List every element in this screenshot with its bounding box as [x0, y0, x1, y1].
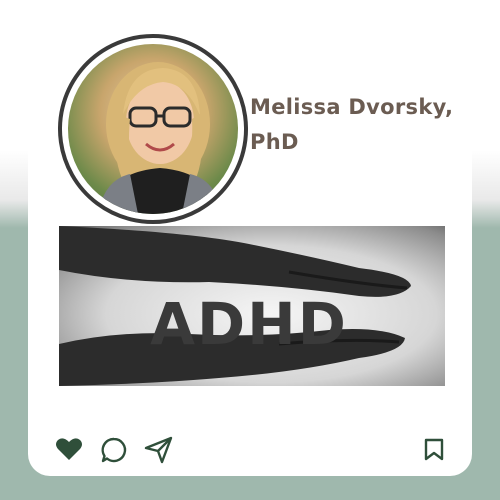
share-button[interactable]	[144, 436, 174, 469]
comment-button[interactable]	[100, 436, 128, 469]
comment-icon	[101, 437, 127, 463]
post-image[interactable]: ADHD	[59, 226, 445, 386]
heart-icon	[56, 438, 82, 460]
bookmark-icon	[424, 438, 444, 461]
author-name[interactable]: Melissa Dvorsky, PhD	[250, 90, 460, 160]
avatar[interactable]	[68, 44, 238, 214]
avatar-portrait	[98, 62, 222, 214]
profile-avatar-frame[interactable]	[45, 21, 261, 237]
share-icon	[144, 436, 173, 464]
adhd-letters: ADHD	[150, 290, 348, 358]
save-button[interactable]	[423, 438, 445, 467]
like-button[interactable]	[55, 436, 83, 467]
adhd-hands-illustration: ADHD	[59, 226, 411, 386]
